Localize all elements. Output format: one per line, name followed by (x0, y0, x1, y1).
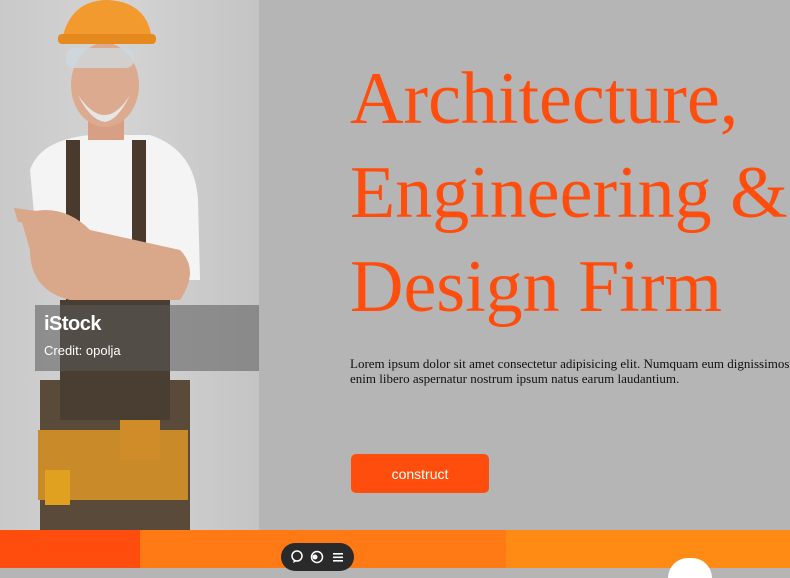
hero-headline: Architecture, Engineering & Design Firm (350, 52, 790, 334)
strip-segment-left (0, 530, 140, 568)
headline-line-3: Design Firm (350, 246, 723, 328)
hero-worker-image: iStock Credit: opolja (0, 0, 259, 530)
hero-description: Lorem ipsum dolor sit amet consectetur a… (350, 356, 790, 386)
bottom-color-strip (0, 530, 790, 568)
worker-illustration (14, 0, 200, 530)
floating-toolbar[interactable] (281, 543, 354, 571)
description-line-1: Lorem ipsum dolor sit amet consectetur a… (350, 356, 790, 371)
menu-lines-icon[interactable] (330, 549, 346, 565)
chat-bubble-icon[interactable] (289, 549, 305, 565)
description-line-2: enim libero aspernatur nostrum ipsum nat… (350, 371, 680, 386)
watermark-brand: iStock (44, 313, 102, 335)
watermark-credit: Credit: opolja (44, 343, 121, 358)
hero-content: Architecture, Engineering & Design Firm … (259, 0, 790, 530)
headline-line-2: Engineering & (350, 152, 788, 234)
construct-button[interactable]: construct (351, 454, 489, 493)
istock-watermark: iStock Credit: opolja (35, 305, 259, 371)
headline-line-1: Architecture, (350, 58, 739, 140)
toggle-icon[interactable] (309, 549, 325, 565)
strip-segment-right (506, 530, 790, 568)
